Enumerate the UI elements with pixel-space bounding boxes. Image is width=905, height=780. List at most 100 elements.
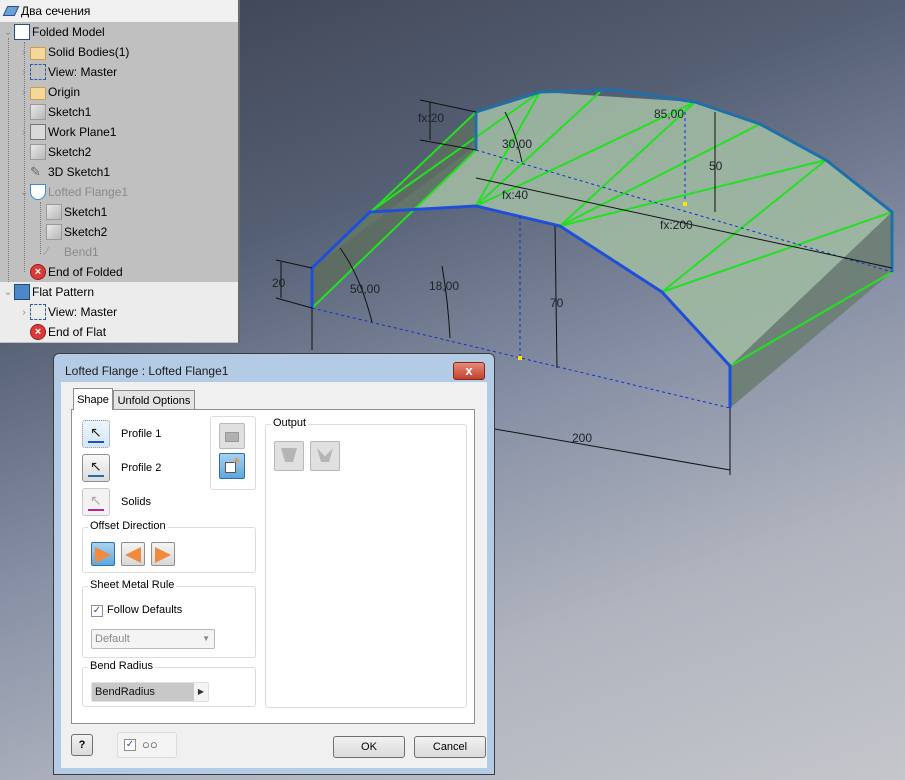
profile1-label: Profile 1 (121, 428, 162, 440)
tree-item-sketch1[interactable]: Sketch1 (18, 102, 91, 122)
chevron-right-icon[interactable]: › (18, 307, 30, 318)
tree-item-3d-sketch1[interactable]: ✎ 3D Sketch1 (18, 162, 110, 182)
tree-item-origin[interactable]: › Origin (18, 82, 80, 102)
offset-direction-side2-button[interactable] (121, 542, 145, 566)
offset-direction-symmetric-button[interactable] (151, 542, 175, 566)
cancel-button[interactable]: Cancel (414, 736, 486, 758)
dim-70[interactable]: 70 (550, 296, 564, 310)
dim-200[interactable]: 200 (572, 431, 592, 445)
bend-radius-group: Bend Radius BendRadius ▶ (82, 660, 256, 707)
sheet-metal-rule-label: Sheet Metal Rule (88, 579, 177, 591)
tree-item-work-plane1[interactable]: › Work Plane1 (18, 122, 116, 142)
die-forming-icon (281, 448, 297, 462)
solids-select-button[interactable]: ↖ (82, 488, 110, 516)
select-cursor-icon: ↖ (90, 424, 102, 440)
folder-icon (30, 86, 46, 100)
select-cursor-icon: ↖ (90, 458, 102, 474)
offset-side1-icon (95, 547, 111, 563)
dim-fx20[interactable]: fx:20 (418, 111, 444, 125)
dim-fx40[interactable]: fx:40 (502, 188, 528, 202)
end-of-part-icon: × (30, 324, 46, 340)
flyout-arrow-icon[interactable]: ▶ (194, 683, 208, 701)
dim-angle-18[interactable]: 18,00 (429, 279, 459, 293)
offset-side2-icon (125, 547, 141, 563)
sheet-metal-rule-group: Sheet Metal Rule ✓ Follow Defaults Defau… (82, 579, 256, 658)
document-title: Два сечения (21, 4, 91, 18)
chevron-right-icon[interactable]: › (18, 87, 30, 98)
sketch-icon (30, 144, 46, 160)
tree-item-solid-bodies[interactable]: › Solid Bodies(1) (18, 42, 129, 62)
solids-label: Solids (121, 496, 151, 508)
tree-item-view-master[interactable]: › View: Master (18, 62, 117, 82)
folded-model-icon (14, 24, 30, 40)
profile1-select-button[interactable]: ↖ (82, 420, 110, 448)
tab-shape[interactable]: Shape (73, 388, 113, 410)
sketch-icon (46, 224, 62, 240)
tree-item-flat-view-master[interactable]: › View: Master (0, 302, 238, 322)
join-button[interactable] (219, 423, 245, 449)
tree-item-sketch1-child[interactable]: Sketch1 (34, 202, 107, 222)
part-icon (2, 6, 20, 16)
follow-defaults-checkbox[interactable]: ✓ (91, 605, 103, 617)
view-icon (30, 64, 46, 80)
tree-item-sketch2-child[interactable]: Sketch2 (34, 222, 107, 242)
dim-angle-85[interactable]: 85,00 (654, 107, 684, 121)
preview-checkbox[interactable]: ✓ (124, 739, 136, 751)
press-brake-icon (317, 448, 333, 462)
bend-radius-label: Bend Radius (88, 660, 155, 672)
preview-group: ✓ ○○ (117, 732, 177, 758)
tree-item-bend1[interactable]: ∕ Bend1 (34, 242, 99, 262)
select-cursor-icon: ↖ (90, 492, 102, 508)
bend-radius-input[interactable]: BendRadius ▶ (91, 682, 209, 702)
flat-pattern-icon (14, 284, 30, 300)
end-of-part-icon: × (30, 264, 46, 280)
output-label: Output (271, 417, 309, 429)
tree-item-flat-pattern[interactable]: ⌄ Flat Pattern (0, 282, 238, 302)
tree-item-folded-model[interactable]: ⌄ Folded Model (2, 22, 105, 42)
offset-symmetric-icon (155, 547, 171, 563)
join-icon (225, 432, 239, 442)
help-icon: ? (78, 739, 86, 751)
close-button[interactable]: x (453, 362, 485, 380)
chevron-right-icon[interactable]: › (18, 47, 30, 58)
die-forming-button[interactable] (274, 441, 304, 471)
ok-button[interactable]: OK (333, 736, 405, 758)
chevron-down-icon: ▼ (202, 634, 210, 643)
tree-item-sketch2[interactable]: Sketch2 (18, 142, 91, 162)
chevron-down-icon[interactable]: ⌄ (18, 187, 30, 198)
sheet-metal-rule-select[interactable]: Default ▼ (91, 629, 215, 649)
help-button[interactable]: ? (71, 734, 93, 756)
bend-icon: ∕ (46, 244, 49, 258)
dim-fx200[interactable]: fx:200 (660, 218, 693, 232)
dialog-body: Shape Unfold Options ↖ Profile 1 ↖ Profi… (61, 382, 487, 768)
chevron-right-icon[interactable]: › (18, 67, 30, 78)
chevron-right-icon[interactable]: › (18, 127, 30, 138)
press-brake-button[interactable] (310, 441, 340, 471)
tree-item-lofted-flange1[interactable]: ⌄ Lofted Flange1 (18, 182, 128, 202)
tab-unfold-options[interactable]: Unfold Options (113, 390, 195, 410)
dim-angle-50[interactable]: 50,00 (350, 282, 380, 296)
new-solid-button[interactable]: ✳ (219, 453, 245, 479)
tree-item-end-of-flat[interactable]: × End of Flat (0, 322, 238, 342)
chevron-down-icon[interactable]: ⌄ (2, 27, 14, 38)
profile2-select-button[interactable]: ↖ (82, 454, 110, 482)
offset-direction-side1-button[interactable] (91, 542, 115, 566)
view-icon (30, 304, 46, 320)
lofted-flange-dialog: Lofted Flange : Lofted Flange1 x Shape U… (53, 353, 495, 775)
sketch-point (518, 356, 522, 360)
offset-direction-label: Offset Direction (88, 520, 168, 532)
tree-item-end-of-folded[interactable]: × End of Folded (18, 262, 123, 282)
sketch-point (683, 202, 687, 206)
dim-angle-30[interactable]: 30,00 (502, 137, 532, 151)
browser-header[interactable]: Два сечения (0, 0, 238, 22)
chevron-down-icon[interactable]: ⌄ (2, 287, 14, 298)
sketch-icon (30, 104, 46, 120)
sketch-icon (46, 204, 62, 220)
preview-glasses-icon: ○○ (142, 737, 158, 752)
feature-type-group: ✳ (210, 416, 256, 490)
profile2-label: Profile 2 (121, 462, 162, 474)
model-browser: Два сечения ⌄ Folded Model › Solid Bodie… (0, 0, 240, 343)
dim-50[interactable]: 50 (709, 159, 723, 173)
dim-20[interactable]: 20 (272, 276, 286, 290)
solid-bodies-folder-icon (30, 46, 46, 60)
